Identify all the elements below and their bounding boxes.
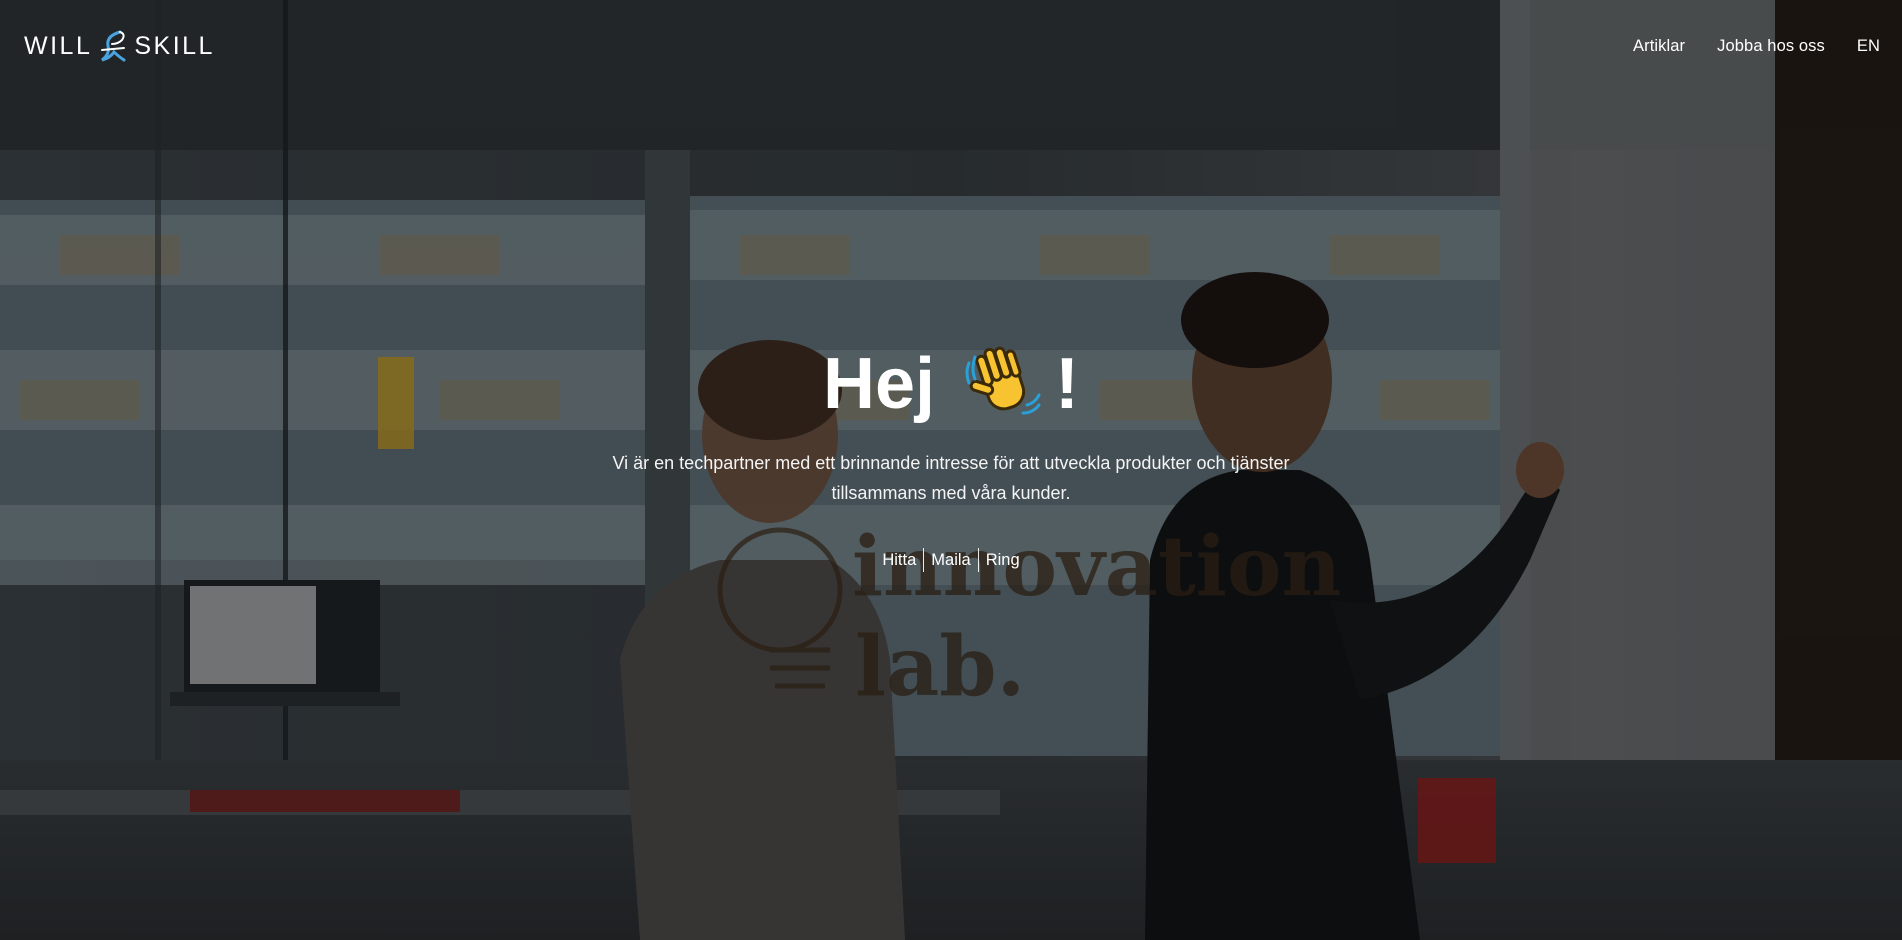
- hero-intro-text: Vi är en techpartner med ett brinnande i…: [612, 453, 1290, 503]
- waving-hand-icon: [965, 346, 1041, 415]
- hero-content: Hej ! Vi är en techpartner med ett brinn…: [0, 340, 1902, 572]
- contact-links: Hitta Maila Ring: [875, 548, 1026, 572]
- main-nav: Artiklar Jobba hos oss EN: [1633, 37, 1880, 56]
- contact-link-maila[interactable]: Maila: [924, 548, 977, 572]
- contact-divider: [977, 548, 979, 572]
- hero-section: innovation lab. WILL SKILL Artiklar Jobb…: [0, 0, 1902, 940]
- will-and-skill-logo[interactable]: WILL SKILL: [24, 26, 215, 66]
- contact-link-ring[interactable]: Ring: [979, 548, 1027, 572]
- logo-word-right: SKILL: [134, 31, 215, 60]
- nav-link-artiklar[interactable]: Artiklar: [1633, 37, 1685, 56]
- nav-link-jobba-hos-oss[interactable]: Jobba hos oss: [1717, 37, 1825, 56]
- nav-link-language-en[interactable]: EN: [1857, 37, 1880, 56]
- contact-divider: [923, 548, 925, 572]
- logo-word-left: WILL: [24, 31, 93, 60]
- hero-heading-exclamation: !: [1055, 344, 1080, 424]
- hero-heading: Hej !: [823, 340, 1079, 428]
- logo-ampersand-icon: [101, 30, 126, 62]
- contact-link-hitta[interactable]: Hitta: [875, 548, 923, 572]
- hero-heading-text: Hej: [822, 344, 936, 424]
- top-navigation: WILL SKILL Artiklar Jobba hos oss EN: [0, 0, 1902, 92]
